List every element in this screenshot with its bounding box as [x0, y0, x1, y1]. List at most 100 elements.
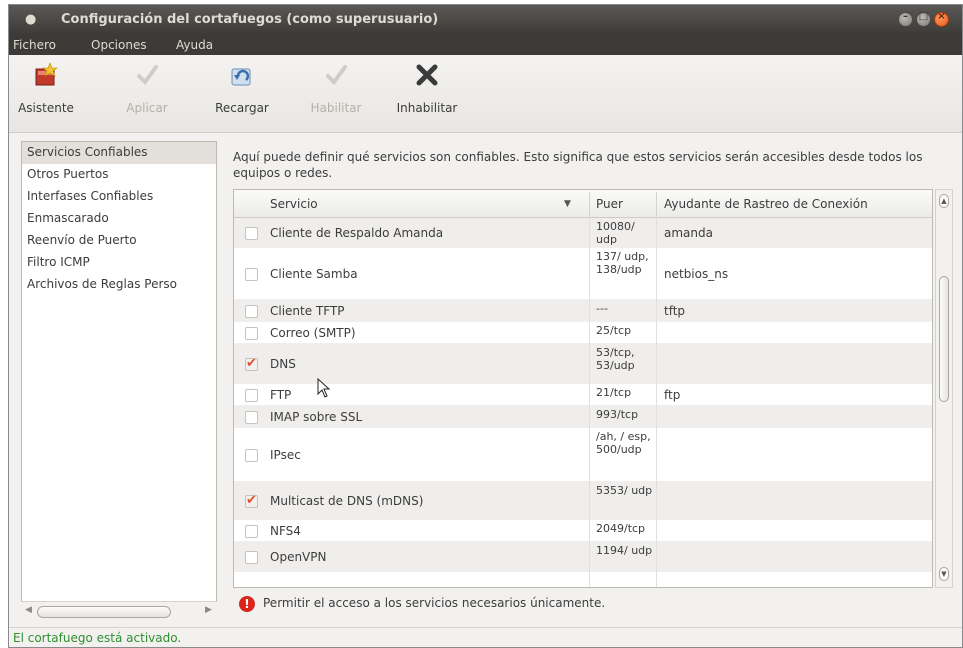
service-name: Cliente Samba [270, 267, 358, 281]
close-button[interactable]: × [934, 11, 949, 27]
sidebar-item-trusted-services[interactable]: Servicios Confiables [22, 142, 216, 164]
service-name: FTP [270, 388, 292, 402]
disable-label: Inhabilitar [396, 101, 458, 115]
service-helper: netbios_ns [664, 267, 729, 281]
disable-x-icon [413, 61, 441, 89]
service-checkbox[interactable] [245, 525, 258, 538]
scrollbar-thumb[interactable] [939, 276, 949, 402]
sidebar-item-trusted-interfaces[interactable]: Interfases Confiables [22, 186, 216, 208]
sidebar-horizontal-scrollbar[interactable]: ◀ ▶ [21, 601, 217, 621]
firewall-config-window: ● Configuración del cortafuegos (como su… [8, 4, 963, 648]
table-row[interactable]: Correo (SMTP) 25/tcp [234, 322, 932, 344]
reload-icon [228, 61, 256, 89]
apply-check-icon [133, 61, 161, 89]
service-port: 10080/ udp [596, 220, 635, 246]
service-name: Multicast de DNS (mDNS) [270, 494, 424, 508]
table-row[interactable]: OpenVPN 1194/ udp [234, 542, 932, 572]
table-row[interactable]: Cliente TFTP --- tftp [234, 300, 932, 322]
sidebar-item-port-forwarding[interactable]: Reenvío de Puerto [22, 230, 216, 252]
service-port: --- [596, 302, 608, 315]
scroll-down-icon[interactable]: ▼ [939, 567, 949, 581]
table-row[interactable]: Cliente Samba 137/ udp, 138/udp netbios_ns [234, 248, 932, 300]
service-checkbox[interactable] [245, 305, 258, 318]
scroll-up-icon[interactable]: ▲ [939, 194, 949, 208]
disable-button[interactable]: Inhabilitar [389, 61, 465, 125]
sort-desc-icon[interactable]: ▼ [564, 199, 571, 209]
menu-bar: Fichero Opciones Ayuda [9, 35, 962, 55]
table-vertical-scrollbar[interactable]: ▲ ▼ [935, 189, 953, 588]
table-row[interactable]: IMAP sobre SSL 993/tcp [234, 406, 932, 428]
scrollbar-thumb[interactable] [37, 606, 171, 618]
service-port: 53/tcp, 53/udp [596, 346, 635, 372]
service-port: 1194/ udp [596, 544, 653, 557]
service-name: Correo (SMTP) [270, 326, 356, 340]
service-port: 21/tcp [596, 386, 632, 399]
service-checkbox[interactable] [245, 356, 258, 371]
sidebar-item-icmp-filter[interactable]: Filtro ICMP [22, 252, 216, 274]
table-row[interactable]: IPsec/ah, / esp, 500/udp [234, 428, 932, 482]
scroll-left-icon[interactable]: ◀ [25, 605, 32, 615]
column-header-port[interactable]: Puer [596, 197, 623, 211]
service-port: 5353/ udp [596, 484, 653, 497]
service-name: DNS [270, 357, 296, 371]
service-port: 993/tcp [596, 408, 639, 421]
enable-button[interactable]: Habilitar [305, 61, 367, 125]
sidebar: Servicios Confiables Otros Puertos Inter… [21, 141, 217, 621]
table-row[interactable]: FTP 21/tcp ftp [234, 384, 932, 406]
menu-opciones[interactable]: Opciones [91, 38, 147, 52]
service-checkbox[interactable] [245, 493, 258, 508]
column-divider [589, 192, 590, 216]
scroll-right-icon[interactable]: ▶ [205, 605, 212, 615]
column-divider [656, 218, 657, 587]
column-header-helper[interactable]: Ayudante de Rastreo de Conexión [664, 197, 868, 211]
apply-label: Aplicar [126, 101, 168, 115]
window-title: Configuración del cortafuegos (como supe… [61, 12, 439, 27]
reload-label: Recargar [215, 101, 269, 115]
table-row[interactable]: DNS 53/tcp, 53/udp [234, 344, 932, 384]
service-checkbox[interactable] [245, 449, 258, 462]
service-checkbox[interactable] [245, 551, 258, 564]
wizard-icon [32, 61, 60, 89]
services-table: Servicio ▼ Puer Ayudante de Rastreo de C… [233, 189, 933, 588]
service-port: /ah, / esp, 500/udp [596, 430, 651, 456]
service-name: IPsec [270, 448, 301, 462]
mouse-pointer-icon [317, 378, 331, 398]
menu-ayuda[interactable]: Ayuda [176, 38, 213, 52]
service-checkbox[interactable] [245, 389, 258, 402]
menu-fichero[interactable]: Fichero [13, 38, 56, 52]
column-divider [589, 218, 590, 587]
wizard-label: Asistente [18, 101, 74, 115]
service-port: 25/tcp [596, 324, 632, 337]
status-text: El cortafuego está activado. [13, 631, 182, 645]
description-text: Aquí puede definir qué servicios son con… [233, 150, 923, 180]
service-helper: amanda [664, 226, 713, 240]
sidebar-item-custom-rules[interactable]: Archivos de Reglas Perso [22, 274, 216, 296]
close-icon: × [937, 11, 946, 22]
wizard-button[interactable]: Asistente [13, 61, 79, 125]
service-checkbox[interactable] [245, 327, 258, 340]
warning-icon: ! [239, 596, 255, 612]
status-bar: El cortafuego está activado. [9, 627, 962, 647]
table-row[interactable]: Multicast de DNS (mDNS) 5353/ udp [234, 482, 932, 520]
service-name: OpenVPN [270, 550, 327, 564]
service-helper: tftp [664, 304, 686, 318]
apply-button[interactable]: Aplicar [117, 61, 177, 125]
service-checkbox[interactable] [245, 268, 258, 281]
column-header-service[interactable]: Servicio [270, 197, 318, 211]
maximize-button[interactable]: □ [916, 11, 931, 27]
table-header: Servicio ▼ Puer Ayudante de Rastreo de C… [234, 190, 932, 218]
service-checkbox[interactable] [245, 227, 258, 240]
toolbar: Asistente Aplicar Recargar Habilitar Inh… [9, 55, 962, 133]
sidebar-item-masquerading[interactable]: Enmascarado [22, 208, 216, 230]
service-name: IMAP sobre SSL [270, 410, 363, 424]
enable-label: Habilitar [310, 101, 362, 115]
table-row[interactable]: Cliente de Respaldo Amanda 10080/ udp aman… [234, 218, 932, 248]
minimize-button[interactable]: – [898, 11, 913, 27]
service-name: Cliente TFTP [270, 304, 345, 318]
table-row[interactable]: NFS4 2049/tcp [234, 520, 932, 542]
service-port: 137/ udp, 138/udp [596, 250, 649, 276]
service-name: Cliente de Respaldo Amanda [270, 226, 444, 240]
service-checkbox[interactable] [245, 411, 258, 424]
reload-button[interactable]: Recargar [205, 61, 279, 125]
sidebar-item-other-ports[interactable]: Otros Puertos [22, 164, 216, 186]
